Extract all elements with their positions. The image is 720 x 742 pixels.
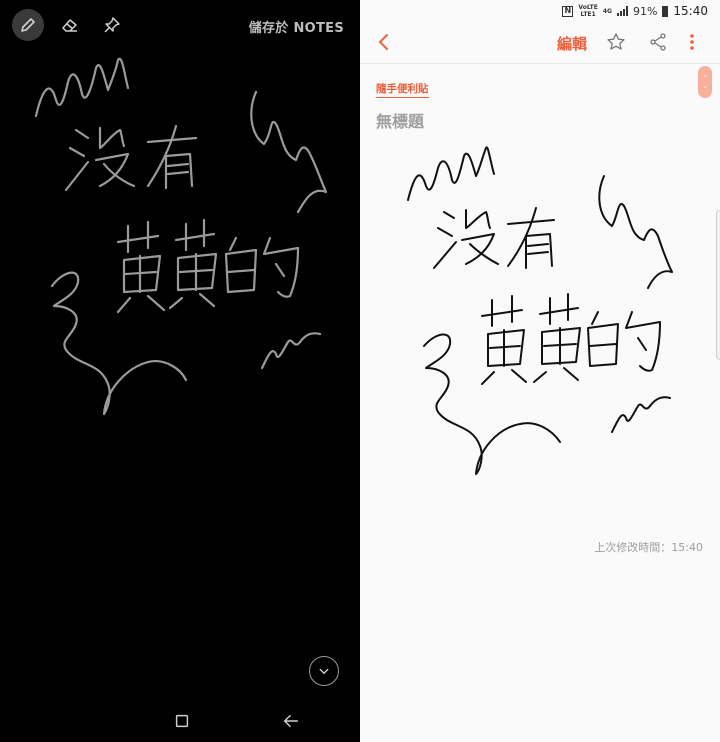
eraser-tool-button[interactable]: [54, 9, 86, 41]
clock: 15:40: [673, 4, 708, 18]
back-chevron-icon[interactable]: [374, 32, 394, 52]
screen-off-memo-panel: 儲存於 NOTES: [0, 0, 360, 742]
eraser-icon: [62, 19, 77, 32]
signal-icon: [616, 6, 628, 16]
scroll-up-icon: ⌃: [702, 74, 708, 82]
save-to-notes-button[interactable]: 儲存於 NOTES: [249, 17, 344, 36]
nfc-icon: N: [562, 5, 574, 17]
pen-icon: [21, 18, 35, 32]
scroll-down-icon: ⌄: [702, 82, 708, 90]
last-modified-time: 上次修改時間：15:40: [594, 541, 703, 554]
handwriting-canvas[interactable]: [0, 50, 360, 430]
volte-indicator: VoLTE LTE1: [578, 4, 598, 18]
back-arrow-icon: [283, 714, 299, 728]
chevron-down-icon: [319, 668, 329, 675]
pen-tool-button[interactable]: [12, 9, 44, 41]
share-icon[interactable]: [648, 32, 668, 52]
network-type: 4G: [602, 7, 612, 15]
note-title[interactable]: 無標題: [376, 108, 424, 132]
status-bar: N VoLTE LTE1 4G 91% 15:40: [360, 0, 720, 22]
edit-button[interactable]: 編輯: [557, 33, 587, 54]
back-button[interactable]: [279, 709, 303, 733]
category-label[interactable]: 隨手便利貼: [376, 81, 429, 98]
scroll-handle[interactable]: ⌃ ⌄: [698, 66, 712, 98]
pin-tool-button[interactable]: [96, 9, 128, 41]
note-handwriting: [407, 146, 673, 475]
pin-icon: [104, 17, 120, 33]
battery-icon: [662, 5, 669, 17]
star-icon[interactable]: [606, 32, 626, 52]
collapse-button[interactable]: [309, 656, 339, 686]
app-toolbar: 編輯: [360, 22, 720, 64]
recents-icon: [175, 714, 189, 728]
recents-button[interactable]: [170, 709, 194, 733]
battery-percent: 91%: [632, 4, 658, 18]
notes-app-panel: N VoLTE LTE1 4G 91% 15:40 編輯 隨手便利貼 無標題 ⌃…: [360, 0, 720, 742]
more-vert-icon[interactable]: [682, 32, 702, 52]
